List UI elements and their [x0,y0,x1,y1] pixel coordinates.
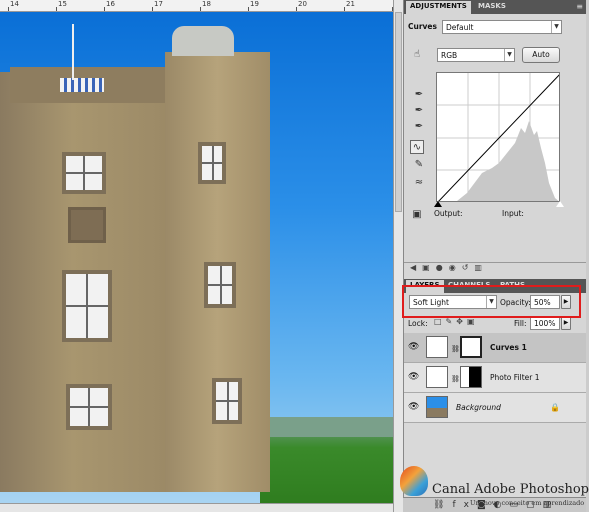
ruler-tick-label: 17 [154,0,163,8]
window [212,378,242,424]
white-point-slider[interactable] [556,201,564,207]
window [204,262,236,308]
preset-select[interactable]: Default ▼ [442,20,562,34]
ruler-tick-label: 14 [10,0,19,8]
layer-name: Photo Filter 1 [490,373,540,382]
lock-label: Lock: [408,319,428,328]
eyedropper-black-icon[interactable]: ✒ [412,88,426,102]
scroll-thumb[interactable] [395,12,402,212]
ruler-tick-label: 16 [106,0,115,8]
ruler-tick-label: 20 [298,0,307,8]
ruler-tick [248,7,249,11]
lock-icon: 🔒 [550,403,560,412]
fill-slider-button[interactable]: ▶ [561,316,571,330]
reset-icon[interactable]: ↺ [462,263,475,272]
input-label: Input: [502,209,524,218]
ruler-tick [296,7,297,11]
window [62,152,106,194]
eye-icon[interactable]: 👁 [408,372,420,382]
fill-label: Fill: [514,319,527,328]
ruler-tick-label: 18 [202,0,211,8]
visibility-icon[interactable]: ◉ [449,263,462,272]
distant-hills [270,417,393,437]
chevron-down-icon: ▼ [504,49,514,61]
preset-value: Default [446,23,474,32]
output-label: Output: [434,209,463,218]
photo-filter-thumbnail [426,366,448,388]
eyedropper-white-icon[interactable]: ✒ [412,120,426,134]
ruler-tick [152,7,153,11]
layer-row[interactable]: 👁 Background 🔒 [404,393,587,423]
link-icon: ⛓ [451,375,460,383]
curves-thumbnail [426,336,448,358]
layer-row[interactable]: 👁 ⛓ Curves 1 [404,333,587,363]
trash-icon[interactable]: ▥ [474,263,488,272]
highlight-box [402,285,581,318]
watermark-subtitle: Um novo conceito em aprendizado [470,499,585,507]
clip-layer-icon[interactable]: ● [436,263,449,272]
window [198,142,226,184]
fill-value: 100% [534,319,556,328]
horizontal-ruler: 141516171819202122 [0,0,393,12]
preset-label: Curves [408,22,437,31]
hand-icon[interactable]: ☝ [410,48,424,62]
curve-edit-icon[interactable]: ∿ [410,140,424,154]
adjustments-toolbar: ◀▣●◉↺▥ [404,262,587,276]
layer-name: Background [456,403,501,412]
curves-graph[interactable] [436,72,560,202]
mask-thumbnail [460,336,482,358]
adjustments-tabbar: ADJUSTMENTS MASKS ≡ [404,0,587,14]
chevron-down-icon: ▼ [551,21,561,33]
clip-icon[interactable]: ▣ [410,208,424,222]
fill-input[interactable]: 100% [530,316,560,330]
tab-adjustments[interactable]: ADJUSTMENTS [406,1,471,14]
link-icon: ⛓ [451,345,460,353]
channel-value: RGB [441,51,458,60]
ruler-tick-label: 19 [250,0,259,8]
bottom-strip [0,512,589,527]
vertical-scrollbar[interactable] [393,0,403,512]
eye-icon[interactable]: 👁 [408,402,420,412]
ruler-tick [56,7,57,11]
logo-icon [400,466,428,496]
ruler-tick [200,7,201,11]
window [62,270,112,342]
watermark-title: Canal Adobe Photoshop [432,482,589,497]
panel-menu-icon[interactable]: ≡ [576,2,583,11]
document-canvas[interactable] [0,12,393,503]
lock-icon[interactable]: □✎✥▣ [434,317,479,326]
channel-select[interactable]: RGB ▼ [437,48,515,62]
smooth-icon[interactable]: ≈ [412,176,426,190]
layer-name: Curves 1 [490,343,527,352]
auto-button[interactable]: Auto [522,47,560,63]
ruler-tick [8,7,9,11]
ruler-tick [104,7,105,11]
window [66,384,112,430]
background-thumbnail [426,396,448,418]
back-icon[interactable]: ◀ [410,263,422,272]
blind-window [68,207,106,243]
layer-row[interactable]: 👁 ⛓ Photo Filter 1 [404,363,587,393]
ruler-tick-label: 21 [346,0,355,8]
expand-icon[interactable]: ▣ [422,263,436,272]
link-icon[interactable]: ⛓ [433,500,452,510]
tower-dome [172,26,234,56]
black-point-slider[interactable] [434,201,442,207]
balustrade [60,78,104,92]
tab-masks[interactable]: MASKS [474,1,510,14]
ruler-tick [344,7,345,11]
flagpole [72,24,74,80]
eye-icon[interactable]: 👁 [408,342,420,352]
pencil-icon[interactable]: ✎ [412,158,426,172]
eyedropper-gray-icon[interactable]: ✒ [412,104,426,118]
ruler-tick-label: 15 [58,0,67,8]
mask-thumbnail [460,366,482,388]
